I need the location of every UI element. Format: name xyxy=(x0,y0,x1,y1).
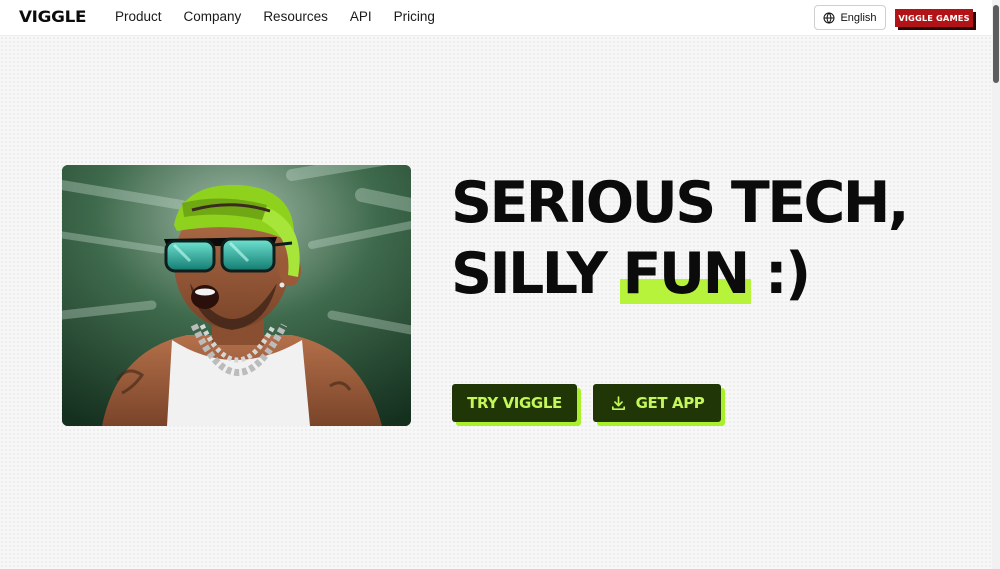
scrollbar-thumb[interactable] xyxy=(993,5,999,83)
viggle-games-button[interactable]: VIGGLE GAMES xyxy=(895,9,973,27)
headline-fun-highlight: FUN xyxy=(619,239,751,310)
headline-smiley: :) xyxy=(747,241,811,307)
hero-character-image xyxy=(62,165,411,426)
globe-icon xyxy=(823,11,835,24)
headline-line-1: SERIOUS TECH, xyxy=(451,170,910,236)
nav-item-resources[interactable]: Resources xyxy=(263,9,328,24)
top-navigation: VIGGLE Product Company Resources API Pri… xyxy=(0,0,992,36)
page-scrollbar[interactable] xyxy=(992,0,1000,569)
try-viggle-button[interactable]: TRY VIGGLE xyxy=(452,384,577,422)
get-app-label: GET APP xyxy=(635,394,705,412)
viggle-logo[interactable]: VIGGLE xyxy=(19,7,86,26)
try-viggle-label: TRY VIGGLE xyxy=(467,394,562,412)
headline-fun-text: FUN xyxy=(622,241,751,307)
nav-item-pricing[interactable]: Pricing xyxy=(394,9,435,24)
language-selector[interactable]: English xyxy=(814,5,886,30)
hero-headline: SERIOUS TECH, SILLY FUN :) xyxy=(451,168,971,310)
get-app-button[interactable]: GET APP xyxy=(593,384,721,422)
nav-item-company[interactable]: Company xyxy=(184,9,242,24)
headline-line-2: SILLY FUN :) xyxy=(451,239,971,310)
download-icon xyxy=(610,395,627,412)
language-label: English xyxy=(840,11,877,24)
nav-links: Product Company Resources API Pricing xyxy=(115,9,457,24)
nav-item-product[interactable]: Product xyxy=(115,9,162,24)
nav-item-api[interactable]: API xyxy=(350,9,372,24)
headline-silly: SILLY xyxy=(451,241,623,307)
